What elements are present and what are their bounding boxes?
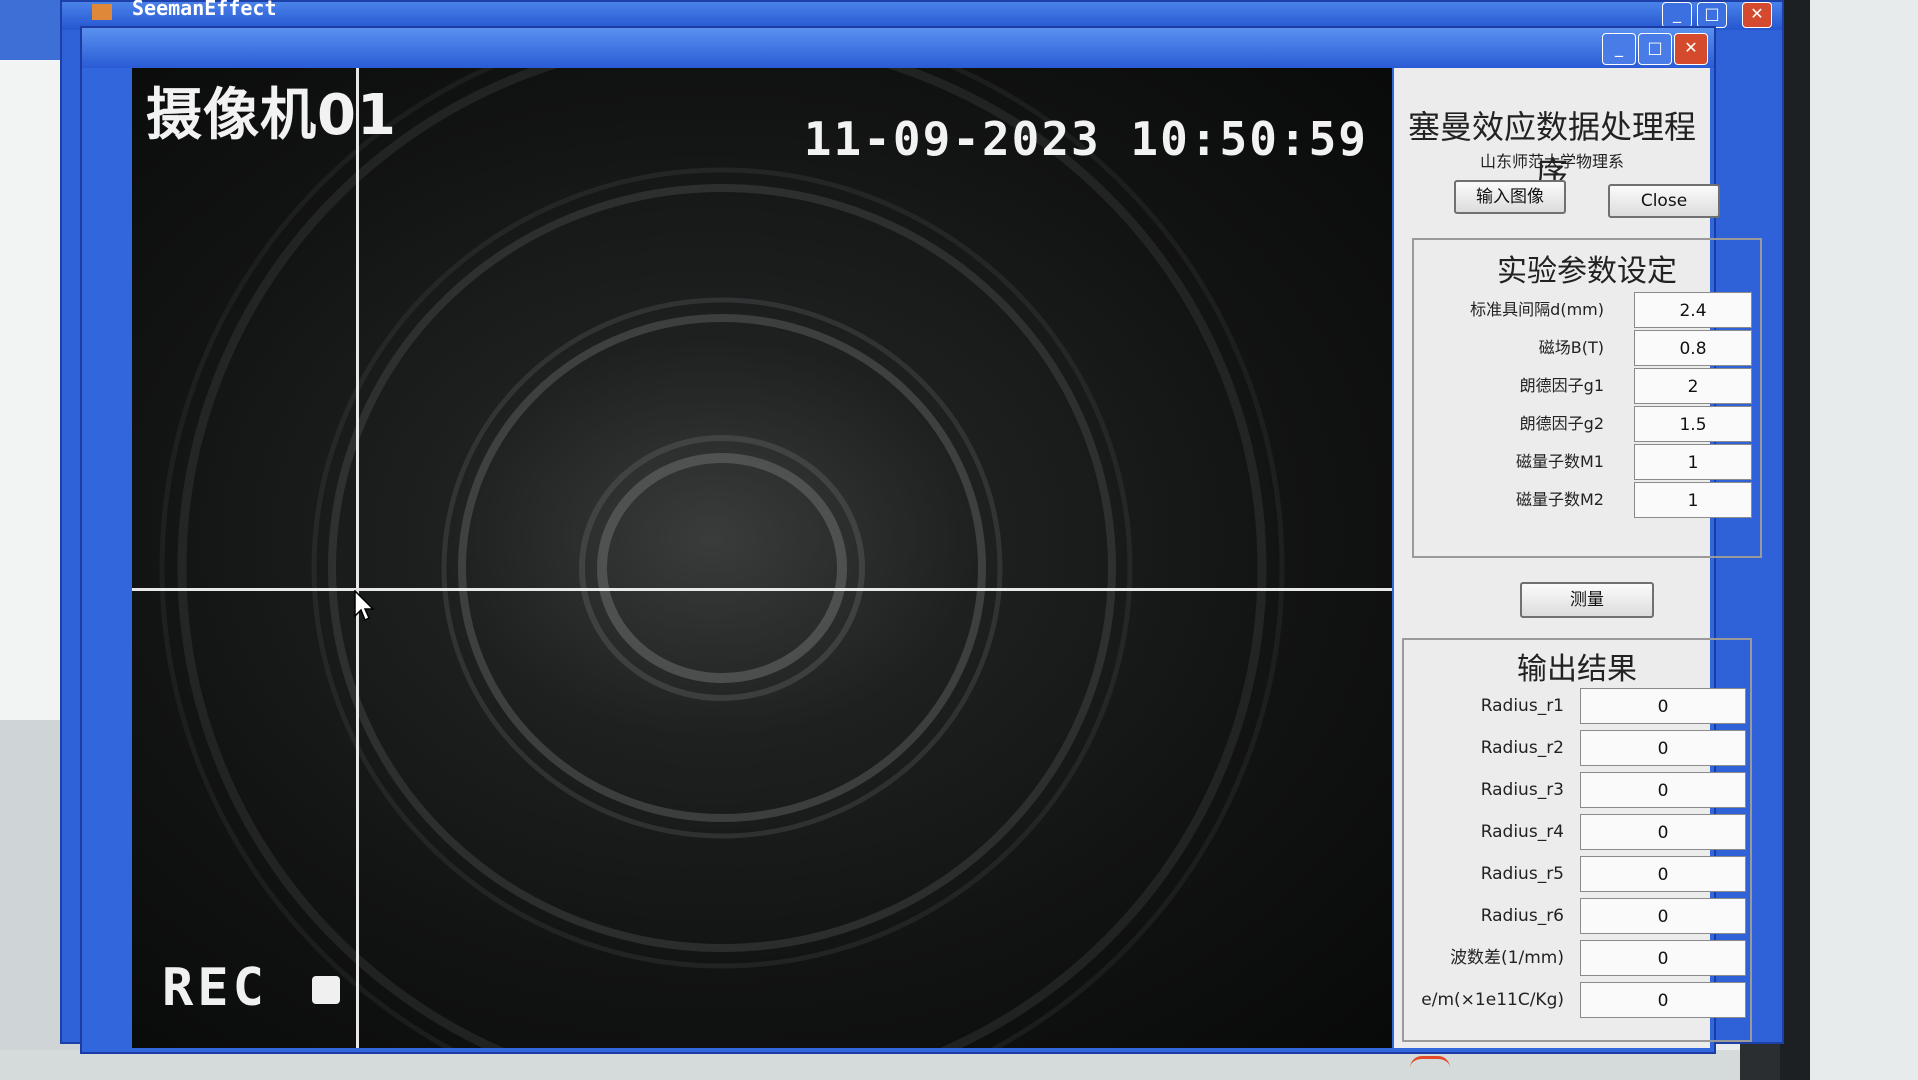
maximize-icon[interactable]: □ bbox=[1697, 2, 1727, 28]
tray-icon[interactable] bbox=[1410, 1056, 1450, 1079]
output-group: 输出结果 Radius_r1 0 Radius_r2 0 Radius_r3 0… bbox=[1402, 638, 1752, 1042]
close-button[interactable]: Close bbox=[1608, 184, 1720, 218]
output-field[interactable]: 0 bbox=[1580, 982, 1746, 1018]
output-row: Radius_r6 0 bbox=[1404, 896, 1750, 936]
background-window-title: SeemanEffect bbox=[132, 0, 277, 20]
input-image-button[interactable]: 输入图像 bbox=[1454, 180, 1566, 214]
arrow-cursor-icon bbox=[354, 590, 375, 622]
output-field[interactable]: 0 bbox=[1580, 898, 1746, 934]
taskbar-area bbox=[0, 1050, 1740, 1080]
param-input[interactable]: 1.5 bbox=[1634, 406, 1752, 442]
param-label: 朗德因子g1 bbox=[1519, 376, 1604, 395]
output-label: Radius_r4 bbox=[1480, 822, 1564, 842]
parameters-title: 实验参数设定 bbox=[1497, 254, 1677, 289]
crosshair-vertical[interactable] bbox=[356, 68, 359, 1048]
param-row: 磁量子数M1 1 bbox=[1414, 442, 1760, 482]
camera-view[interactable]: 摄像机01 11-09-2023 10:50:59 REC bbox=[132, 68, 1392, 1048]
output-row: Radius_r4 0 bbox=[1404, 812, 1750, 852]
control-panel: 塞曼效应数据处理程序 山东师范大学物理系 输入图像 Close 实验参数设定 标… bbox=[1394, 68, 1762, 1048]
output-label: e/m(×1e11C/Kg) bbox=[1421, 990, 1564, 1010]
camera-label: 摄像机01 bbox=[146, 83, 397, 148]
param-input[interactable]: 1 bbox=[1634, 482, 1752, 518]
output-label: Radius_r3 bbox=[1480, 780, 1564, 800]
close-icon[interactable]: ✕ bbox=[1742, 2, 1772, 28]
main-window-title-bar[interactable]: _ □ ✕ bbox=[82, 28, 1714, 68]
output-row: Radius_r2 0 bbox=[1404, 728, 1750, 768]
close-icon[interactable]: ✕ bbox=[1674, 33, 1708, 65]
output-label: Radius_r2 bbox=[1480, 738, 1564, 758]
param-input[interactable]: 2 bbox=[1634, 368, 1752, 404]
maximize-icon[interactable]: □ bbox=[1638, 33, 1672, 65]
output-row: 波数差(1/mm) 0 bbox=[1404, 938, 1750, 978]
output-row: Radius_r3 0 bbox=[1404, 770, 1750, 810]
param-row: 朗德因子g2 1.5 bbox=[1414, 404, 1760, 444]
measure-button[interactable]: 测量 bbox=[1520, 582, 1654, 618]
param-input[interactable]: 0.8 bbox=[1634, 330, 1752, 366]
param-label: 磁场B(T) bbox=[1538, 338, 1604, 357]
param-row: 标准具间隔d(mm) 2.4 bbox=[1414, 290, 1760, 330]
param-row: 磁量子数M2 1 bbox=[1414, 480, 1760, 520]
minimize-icon[interactable]: _ bbox=[1662, 2, 1692, 28]
param-label: 标准具间隔d(mm) bbox=[1470, 300, 1604, 319]
camera-timestamp: 11-09-2023 10:50:59 bbox=[803, 112, 1368, 166]
output-label: 波数差(1/mm) bbox=[1450, 948, 1564, 968]
rec-indicator-icon bbox=[312, 976, 340, 1004]
param-input[interactable]: 1 bbox=[1634, 444, 1752, 480]
output-label: Radius_r6 bbox=[1480, 906, 1564, 926]
bezel-reflection bbox=[1810, 0, 1918, 1080]
interference-rings bbox=[159, 68, 1285, 1048]
output-field[interactable]: 0 bbox=[1580, 772, 1746, 808]
param-row: 朗德因子g1 2 bbox=[1414, 366, 1760, 406]
output-title: 输出结果 bbox=[1517, 652, 1637, 687]
bezel-edge bbox=[1780, 0, 1810, 1080]
output-row: Radius_r1 0 bbox=[1404, 686, 1750, 726]
output-row: e/m(×1e11C/Kg) 0 bbox=[1404, 980, 1750, 1020]
param-label: 朗德因子g2 bbox=[1519, 414, 1604, 433]
output-field[interactable]: 0 bbox=[1580, 688, 1746, 724]
param-row: 磁场B(T) 0.8 bbox=[1414, 328, 1760, 368]
param-input[interactable]: 2.4 bbox=[1634, 292, 1752, 328]
output-field[interactable]: 0 bbox=[1580, 814, 1746, 850]
app-icon bbox=[92, 4, 112, 20]
output-label: Radius_r5 bbox=[1480, 864, 1564, 884]
output-field[interactable]: 0 bbox=[1580, 940, 1746, 976]
minimize-icon[interactable]: _ bbox=[1602, 33, 1636, 65]
app-subtitle: 山东师范大学物理系 bbox=[1479, 152, 1624, 171]
crosshair-horizontal[interactable] bbox=[132, 588, 1392, 591]
param-label: 磁量子数M1 bbox=[1516, 452, 1604, 471]
output-row: Radius_r5 0 bbox=[1404, 854, 1750, 894]
param-label: 磁量子数M2 bbox=[1516, 490, 1604, 509]
main-window: _ □ ✕ 摄像机01 11-09-2023 10:50:59 REC 塞曼效应… bbox=[80, 26, 1762, 1054]
output-field[interactable]: 0 bbox=[1580, 730, 1746, 766]
parameters-group: 实验参数设定 标准具间隔d(mm) 2.4 磁场B(T) 0.8 朗德因子g1 … bbox=[1412, 238, 1762, 558]
rec-label: REC bbox=[162, 958, 268, 1018]
output-field[interactable]: 0 bbox=[1580, 856, 1746, 892]
output-label: Radius_r1 bbox=[1480, 696, 1564, 716]
